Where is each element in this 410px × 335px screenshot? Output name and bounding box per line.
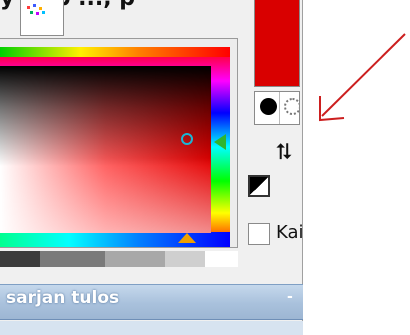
arrow-head — [319, 96, 345, 122]
orange-triangle-marker-icon[interactable] — [178, 233, 196, 243]
filled-circle-icon[interactable] — [260, 98, 277, 115]
palette-dot-icon — [30, 11, 33, 14]
alpha-toggle-group — [254, 91, 300, 125]
current-color-swatch[interactable] — [254, 0, 300, 87]
gray-swatch[interactable] — [205, 251, 238, 267]
palette-tab[interactable] — [20, 0, 64, 36]
palette-dot-icon — [42, 11, 45, 14]
palette-dot-icon — [36, 12, 39, 15]
keep-checkbox[interactable] — [248, 223, 270, 245]
palette-dot-icon — [39, 7, 42, 10]
saturation-value-overlay — [0, 66, 211, 233]
dotted-circle-icon[interactable] — [284, 98, 299, 115]
palette-dot-icon — [27, 6, 30, 9]
collapse-icon[interactable]: - — [287, 289, 293, 305]
keep-checkbox-label: Kai — [276, 222, 304, 243]
gray-swatch[interactable] — [105, 251, 165, 267]
green-triangle-marker-icon[interactable] — [214, 134, 226, 150]
results-panel-header[interactable]: sarjan tulos - — [0, 284, 303, 320]
circle-cursor-icon[interactable] — [181, 133, 193, 145]
black-white-swatch-icon[interactable] — [248, 175, 270, 197]
gray-swatch[interactable] — [165, 251, 205, 267]
gray-swatch-strip — [0, 251, 238, 267]
arrow-icon — [319, 33, 406, 122]
gray-swatch[interactable] — [0, 251, 40, 267]
swap-colors-icon[interactable]: ⮁ — [274, 140, 292, 165]
results-panel-body — [0, 321, 303, 335]
palette-dot-icon — [33, 4, 36, 7]
divider — [279, 92, 280, 124]
hue-ring-top[interactable] — [0, 47, 230, 57]
results-panel-title: sarjan tulos — [6, 288, 120, 308]
arrow-shaft — [321, 33, 406, 117]
gray-swatch[interactable] — [40, 251, 105, 267]
